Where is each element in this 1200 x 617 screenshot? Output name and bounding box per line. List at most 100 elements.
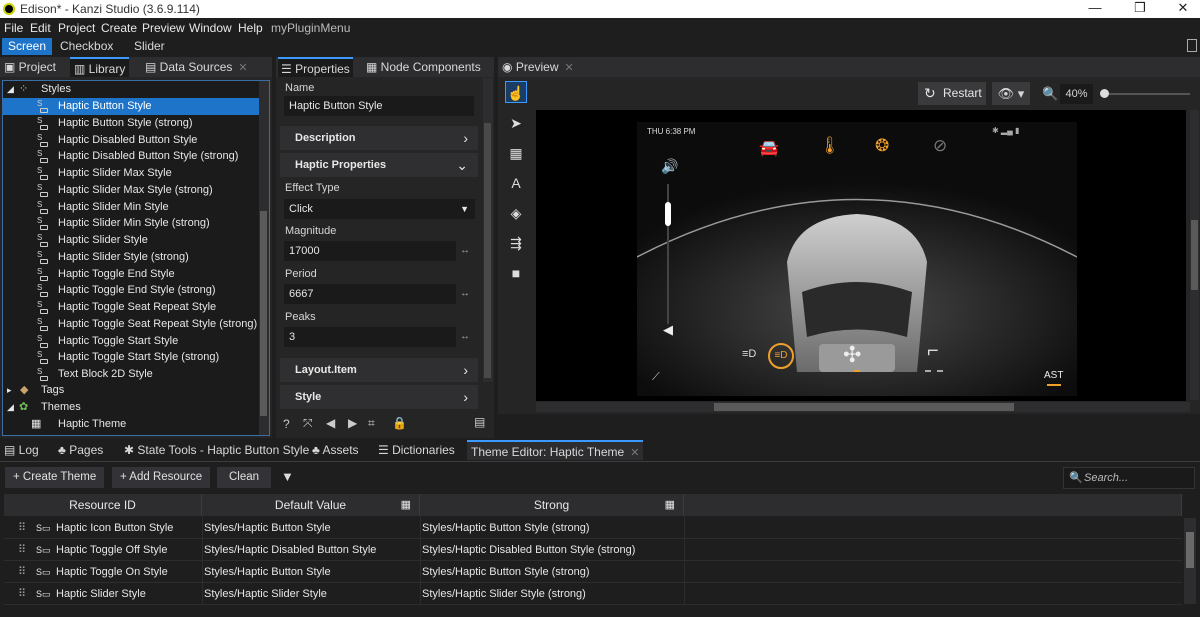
fan-icon[interactable]: ✣ [843,342,861,368]
volume-down-icon[interactable]: ◀ [663,322,673,338]
tab-theme-editor[interactable]: Theme Editor: Haptic Theme ✕ [467,440,644,460]
tree-item-style[interactable]: S Text Block 2D Style [3,366,259,383]
minimize-button[interactable]: — [1080,0,1110,18]
menu-preview[interactable]: Preview [142,21,185,35]
default-value-cell[interactable]: Styles/Haptic Button Style [204,517,331,539]
forward-icon[interactable]: ▶ [348,416,357,430]
table-row[interactable]: ⠿ S▭ Haptic Toggle Off Style Styles/Haptic … [4,539,1182,561]
tree-item-style[interactable]: S Haptic Disabled Button Style [3,132,259,149]
zoom-field[interactable]: 40% [1060,84,1093,104]
low-beam-icon[interactable]: ≡D [742,348,756,360]
tree-item-style[interactable]: S Haptic Toggle Seat Repeat Style [3,299,259,316]
filter-clear-icon[interactable]: ⤧ [303,416,313,431]
tree-item-style[interactable]: S Haptic Toggle End Style (strong) [3,282,259,299]
layout-item-section[interactable]: Layout.Item › [280,358,478,382]
tree-item-style[interactable]: S Haptic Button Style [3,98,259,115]
volume-slider-handle[interactable] [665,202,671,226]
strong-value-cell[interactable]: Styles/Haptic Button Style (strong) [422,517,590,539]
tab-assets[interactable]: ♣ Assets [312,440,359,460]
resource-id-cell[interactable]: Haptic Icon Button Style [56,517,173,539]
tree-item-style[interactable]: S Haptic Slider Style [3,232,259,249]
tab-pages[interactable]: ♣ Pages [58,440,103,460]
volume-up-icon[interactable]: 🔊 [661,158,678,175]
tree-scrollbar[interactable] [259,81,269,435]
drag-handle-icon[interactable]: ⠿ [18,539,26,561]
binding-icon[interactable]: ↔ [460,331,470,342]
description-section[interactable]: Description › [280,126,478,150]
tab-library[interactable]: ▥ Library [70,57,130,77]
default-value-cell[interactable]: Styles/Haptic Slider Style [204,583,327,605]
tab-node-components[interactable]: ▦ Node Components [366,57,481,77]
peaks-field[interactable]: 3 [284,327,456,347]
back-icon[interactable]: ◀ [326,416,335,430]
table-scrollbar[interactable] [1184,518,1196,604]
tab-checkbox[interactable]: Checkbox [54,38,119,55]
seat-icon[interactable]: ⌐ [927,340,939,363]
theme-column-icon[interactable]: ▦ [665,494,675,516]
haptic-properties-section[interactable]: Haptic Properties ⌄ [280,153,478,177]
panel-options-icon[interactable]: ▤ [474,415,485,429]
search-box[interactable]: 🔍 Search... [1063,467,1195,489]
table-row[interactable]: ⠿ S▭ Haptic Slider Style Styles/Haptic Slid… [4,583,1182,605]
tree-item-style[interactable]: S Haptic Toggle End Style [3,266,259,283]
menu-help[interactable]: Help [238,21,263,35]
drag-handle-icon[interactable]: ⠿ [18,517,26,539]
tab-log[interactable]: ▤ Log [4,440,39,460]
tree-item-style[interactable]: S Haptic Slider Min Style (strong) [3,215,259,232]
zoom-slider-knob[interactable] [1100,89,1109,98]
name-field[interactable]: Haptic Button Style [284,96,474,116]
strong-value-cell[interactable]: Styles/Haptic Button Style (strong) [422,561,590,583]
expand-arrow-icon[interactable]: ◢ [7,399,14,415]
period-field[interactable]: 6667 [284,284,456,304]
tree-item-style[interactable]: S Haptic Slider Max Style [3,165,259,182]
tab-state-tools[interactable]: ✱ State Tools - Haptic Button Style [124,440,309,460]
tab-screen[interactable]: Screen [2,38,53,55]
tab-preview[interactable]: ◉ Preview ✕ [502,57,574,77]
tree-item-style[interactable]: S Haptic Slider Min Style [3,199,259,216]
resource-id-cell[interactable]: Haptic Toggle Off Style [56,539,168,561]
tree-item-haptic-theme[interactable]: ▦ Haptic Theme [3,416,259,433]
maximize-button[interactable]: ❒ [1125,0,1155,18]
resource-id-cell[interactable]: Haptic Toggle On Style [56,561,168,583]
column-strong[interactable]: Strong ▦ [420,494,684,516]
menu-create[interactable]: Create [101,21,137,35]
text-tool-icon[interactable]: A [505,172,527,194]
create-theme-button[interactable]: + Create Theme [5,467,105,488]
search-input[interactable]: Search... [1084,472,1128,484]
wiper-icon[interactable]: ⟋ [652,371,660,384]
table-row[interactable]: ⠿ S▭ Haptic Icon Button Style Styles/Haptic… [4,517,1182,539]
visibility-dropdown[interactable]: 👁 ▾ [992,82,1030,105]
driver-assist-icon[interactable]: ❂ [875,136,889,156]
menu-project[interactable]: Project [58,21,95,35]
tree-item-style[interactable]: S Haptic Slider Max Style (strong) [3,182,259,199]
temperature-icon[interactable]: 🌡 [819,136,841,156]
zoom-slider[interactable] [1100,89,1190,98]
close-icon[interactable]: ✕ [565,62,574,74]
tree-folder-tags[interactable]: ▸ ◆ Tags [3,382,259,399]
default-value-cell[interactable]: Styles/Haptic Disabled Button Style [204,539,376,561]
tree-item-style[interactable]: S Haptic Toggle Start Style (strong) [3,349,259,366]
preview-vscrollbar[interactable] [1190,110,1199,400]
menu-myplugin[interactable]: myPluginMenu [271,21,350,35]
tree-item-style[interactable]: S Haptic Disabled Button Style (strong) [3,148,259,165]
tree-folder-styles[interactable]: ◢ ⁘ Styles [3,81,259,98]
car-icon[interactable]: 🚘 [759,138,779,158]
interact-mode-icon[interactable]: ☝ [505,81,527,103]
tab-dictionaries[interactable]: ☰ Dictionaries [378,440,455,460]
help-icon[interactable]: ? [283,417,290,431]
device-screen[interactable]: THU 6:38 PM ✱ ▂▄ ▮ 🚘 🌡 ❂ ⊘ 🔊 ◀ ≡D ≡D ✣ ⌐… [637,122,1077,396]
headlight-toggle[interactable]: ≡D [768,343,794,369]
properties-scrollbar[interactable] [483,78,493,382]
filter-icon[interactable]: ▼ [281,469,294,484]
theme-column-icon[interactable]: ▦ [401,494,411,516]
tree-item-style[interactable]: S Haptic Toggle Seat Repeat Style (strong… [3,316,259,333]
binding-icon[interactable]: ↔ [460,245,470,256]
menu-file[interactable]: File [4,21,23,35]
camera-icon[interactable]: ■ [505,262,527,284]
magnitude-field[interactable]: 17000 [284,241,456,261]
connect-icon[interactable]: ⇶ [505,232,527,254]
tab-project[interactable]: ▣ Project [4,57,56,77]
drag-handle-icon[interactable]: ⠿ [18,583,26,605]
tree-item-style[interactable]: S Haptic Button Style (strong) [3,115,259,132]
strong-value-cell[interactable]: Styles/Haptic Disabled Button Style (str… [422,539,635,561]
